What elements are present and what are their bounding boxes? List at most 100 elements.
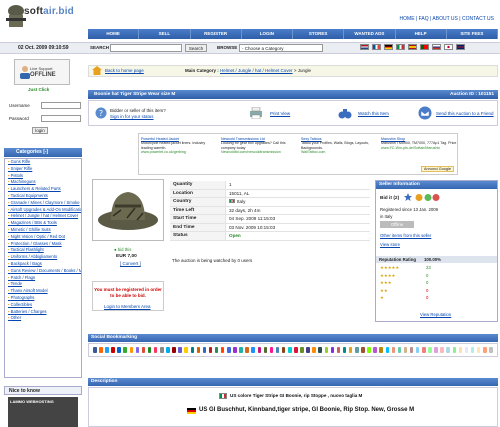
bookmark-service-icon[interactable] bbox=[409, 347, 414, 353]
ads-by-google[interactable]: Annunci Google bbox=[420, 166, 454, 172]
other-items-link[interactable]: Other items from this seller bbox=[380, 233, 431, 238]
category-link[interactable]: ▪ Granade / Mines / Claymore / Smoke bbox=[8, 200, 81, 207]
category-link[interactable]: ▪ Tactical Equipments bbox=[8, 193, 81, 200]
webhosting-banner[interactable]: LAMMO WEBHOSTING bbox=[8, 397, 78, 427]
bookmark-service-icon[interactable] bbox=[178, 347, 182, 353]
bookmark-service-icon[interactable] bbox=[306, 347, 310, 353]
bookmark-service-icon[interactable] bbox=[135, 347, 140, 353]
bookmark-service-icon[interactable] bbox=[330, 347, 335, 353]
printer-icon[interactable] bbox=[249, 107, 263, 119]
flag-es-icon[interactable] bbox=[408, 44, 417, 50]
bookmark-service-icon[interactable] bbox=[251, 347, 255, 353]
password-field[interactable] bbox=[41, 115, 81, 122]
nav-stores[interactable]: STORES bbox=[293, 29, 345, 39]
bookmark-service-icon[interactable] bbox=[288, 347, 292, 353]
bookmark-service-icon[interactable] bbox=[446, 347, 450, 353]
bookmark-service-icon[interactable] bbox=[300, 347, 304, 353]
bookmark-service-icon[interactable] bbox=[361, 347, 365, 353]
print-view-link[interactable]: Print View bbox=[270, 111, 290, 116]
category-link[interactable]: ▪ Machineguns bbox=[8, 179, 81, 186]
bookmark-service-icon[interactable] bbox=[184, 347, 188, 353]
bookmark-service-icon[interactable] bbox=[458, 347, 463, 353]
bookmark-service-icon[interactable] bbox=[105, 347, 109, 353]
bookmark-service-icon[interactable] bbox=[434, 347, 438, 353]
bookmark-service-icon[interactable] bbox=[281, 347, 286, 353]
sign-in-status-link[interactable]: Sign in for your status bbox=[110, 114, 154, 119]
category-link[interactable]: ▪ Thanx Airsoft Model bbox=[8, 288, 81, 295]
category-link[interactable]: ▪ Sniper Rifle bbox=[8, 166, 81, 173]
watch-item-link[interactable]: Watch this Item bbox=[358, 111, 389, 116]
bookmark-service-icon[interactable] bbox=[147, 347, 152, 353]
bookmark-service-icon[interactable] bbox=[336, 347, 341, 353]
bookmark-service-icon[interactable] bbox=[141, 347, 146, 353]
bookmark-service-icon[interactable] bbox=[312, 347, 316, 353]
bookmark-service-icon[interactable] bbox=[391, 347, 396, 353]
send-friend-icon[interactable] bbox=[418, 106, 432, 120]
nav-site-fees[interactable]: SITE FEES bbox=[447, 29, 498, 39]
category-link[interactable]: ▪ Tactical Flashlight bbox=[8, 247, 81, 254]
ad-item[interactable]: Powerful Heated Jacket Motorcycle heated … bbox=[141, 137, 217, 155]
bookmark-service-icon[interactable] bbox=[275, 347, 280, 353]
bookmark-service-icon[interactable] bbox=[294, 347, 298, 353]
flag-nl-icon[interactable] bbox=[360, 44, 369, 50]
bookmark-service-icon[interactable] bbox=[269, 347, 274, 353]
bookmark-service-icon[interactable] bbox=[464, 347, 469, 353]
category-link[interactable]: ▪ Protection / Glasses / Mask bbox=[8, 241, 81, 248]
bookmark-service-icon[interactable] bbox=[117, 347, 121, 353]
bookmark-service-icon[interactable] bbox=[202, 347, 207, 353]
login-button[interactable]: login bbox=[32, 127, 48, 134]
view-reputation-link[interactable]: View Reputation bbox=[420, 312, 451, 317]
category-link[interactable]: ▪ Uniforms / Abbigliamento bbox=[8, 254, 81, 261]
category-link[interactable]: ▪ Other bbox=[8, 315, 81, 322]
flag-fr-icon[interactable] bbox=[372, 44, 381, 50]
bookmark-service-icon[interactable] bbox=[166, 347, 170, 353]
bookmark-service-icon[interactable] bbox=[239, 347, 243, 353]
category-link[interactable]: ▪ Pistols bbox=[8, 173, 81, 180]
username-field[interactable] bbox=[41, 102, 81, 109]
bookmark-service-icon[interactable] bbox=[403, 347, 408, 353]
bookmark-service-icon[interactable] bbox=[342, 347, 347, 353]
bookmark-service-icon[interactable] bbox=[227, 347, 231, 353]
breadcrumb-category-link[interactable]: Helmet / Jungle / hat / Helmet Cover bbox=[220, 68, 293, 73]
bookmark-service-icon[interactable] bbox=[208, 347, 213, 353]
bookmark-service-icon[interactable] bbox=[153, 347, 158, 353]
nav-sell[interactable]: SELL bbox=[139, 29, 191, 39]
flag-ru-icon[interactable] bbox=[432, 44, 441, 50]
category-link[interactable]: ▪ Backpack / Bags bbox=[8, 261, 81, 268]
nav-login[interactable]: LOGIN bbox=[242, 29, 293, 39]
bookmark-service-icon[interactable] bbox=[415, 347, 420, 353]
bookmark-service-icon[interactable] bbox=[196, 347, 201, 353]
category-link[interactable]: ▪ Photographs bbox=[8, 295, 81, 302]
flag-it-icon[interactable] bbox=[396, 44, 405, 50]
bookmark-service-icon[interactable] bbox=[348, 347, 353, 353]
bookmark-service-icon[interactable] bbox=[452, 347, 457, 353]
search-button[interactable]: Search bbox=[185, 44, 207, 52]
bookmark-service-icon[interactable] bbox=[257, 347, 262, 353]
bookmark-service-icon[interactable] bbox=[373, 347, 377, 353]
seller-bid-count[interactable]: Bid it (2) bbox=[380, 196, 399, 201]
search-input[interactable] bbox=[110, 44, 182, 52]
category-link[interactable]: ▪ Magazines / BBs & Tools bbox=[8, 220, 81, 227]
send-to-friend-link[interactable]: Send this Auction to a Friend bbox=[436, 111, 494, 116]
nav-home[interactable]: HOME bbox=[88, 29, 140, 39]
category-link[interactable]: ▪ Airsoft Upgrades & Add-On Modification… bbox=[8, 207, 81, 214]
bookmark-service-icon[interactable] bbox=[440, 347, 444, 353]
categories-header[interactable]: Categories [-] bbox=[4, 148, 82, 157]
nav-help[interactable]: HELP bbox=[396, 29, 447, 39]
flag-uk-icon[interactable] bbox=[456, 44, 465, 50]
convert-link[interactable]: [ Convert ] bbox=[120, 261, 141, 266]
flag-jp-icon[interactable] bbox=[444, 44, 453, 50]
category-link[interactable]: ▪ Tende bbox=[8, 281, 81, 288]
bookmark-service-icon[interactable] bbox=[367, 347, 371, 353]
bookmark-service-icon[interactable] bbox=[422, 347, 426, 353]
bookmark-service-icon[interactable] bbox=[111, 347, 115, 353]
home-icon[interactable] bbox=[92, 66, 102, 75]
bookmark-service-icon[interactable] bbox=[233, 347, 237, 353]
nav-register[interactable]: REGISTER bbox=[191, 29, 242, 39]
category-link[interactable]: ▪ Night Vision / Optic / Red Dot bbox=[8, 234, 81, 241]
ad-item[interactable]: Marushin Shop Marushin TM5900, TM7000, 77… bbox=[381, 137, 457, 150]
ad-item[interactable]: Sexy Tattoos Tattoo your Profiles, Walls,… bbox=[301, 137, 377, 155]
bookmark-service-icon[interactable] bbox=[489, 347, 493, 353]
bookmark-service-icon[interactable] bbox=[129, 347, 134, 353]
bookmark-service-icon[interactable] bbox=[476, 347, 481, 353]
